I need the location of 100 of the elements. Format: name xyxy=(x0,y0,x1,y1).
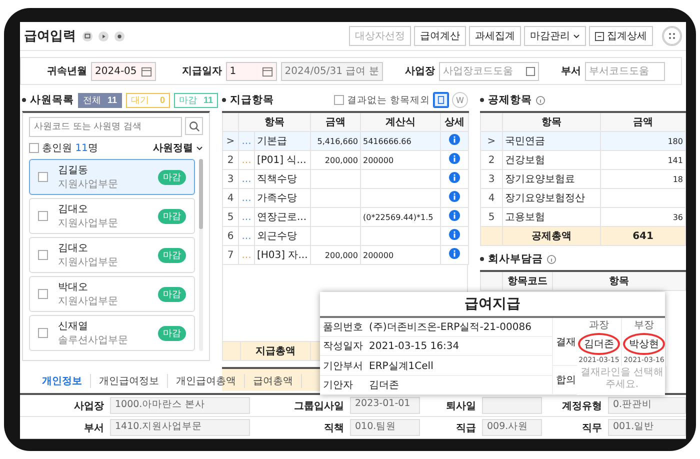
info-icon[interactable] xyxy=(449,191,460,202)
document-title: 급여지급 xyxy=(320,292,665,318)
scrollbar[interactable] xyxy=(199,159,203,351)
read-only-field: 010.팀원 xyxy=(350,419,420,436)
field-label: 계정유형 xyxy=(561,400,602,412)
row-number[interactable]: 2 xyxy=(222,150,238,170)
info-icon[interactable] xyxy=(449,210,460,221)
row-number[interactable]: 6 xyxy=(222,226,238,246)
w-view-button[interactable]: W xyxy=(452,92,468,108)
checkbox[interactable] xyxy=(38,289,48,299)
status-badge: 마감 xyxy=(158,170,186,184)
status-badge: 마감 xyxy=(158,326,186,340)
field-label: 퇴사일 xyxy=(445,400,476,412)
employee-name: 김대오 xyxy=(58,203,89,216)
employee-card[interactable]: 김대오 지원사업부문 마감 xyxy=(29,237,195,273)
agreement-label: 합의 xyxy=(553,366,577,395)
info-label: 작성일자 xyxy=(320,337,366,356)
checkbox[interactable] xyxy=(38,211,48,221)
approver-role: 과장 xyxy=(589,319,609,332)
row-number[interactable]: 3 xyxy=(480,170,502,188)
total-amount: 641 xyxy=(600,226,686,246)
total-count-text: 총인원 11명 xyxy=(42,142,98,155)
row-number[interactable]: 3 xyxy=(222,170,238,188)
table-cell: 가족수당 xyxy=(254,188,310,208)
status-filter-button[interactable]: 전체 11 xyxy=(78,92,122,108)
caret-icon xyxy=(573,34,580,38)
bullet-icon xyxy=(480,98,484,102)
tab[interactable]: 개인정보 xyxy=(34,374,91,388)
info-label: 기안자 xyxy=(320,376,366,395)
info-icon[interactable] xyxy=(449,248,460,259)
monitor-icon[interactable] xyxy=(82,30,93,42)
row-number-header xyxy=(222,112,238,132)
date-display-field: 2024/05/31 급여 분 xyxy=(280,62,383,80)
summary-icon xyxy=(595,32,604,40)
employee-search-field[interactable]: 사원코드 또는 사원명 검색 xyxy=(29,117,182,137)
info-icon[interactable] xyxy=(449,229,460,240)
checkbox[interactable] xyxy=(334,95,344,105)
filter-label: 귀속년월 xyxy=(47,65,87,78)
employee-card[interactable]: 김대오 지원사업부문 마감 xyxy=(29,198,195,234)
calendar-icon[interactable] xyxy=(262,66,273,76)
info-label: 기안부서 xyxy=(320,356,366,376)
column-header: 항목 xyxy=(502,112,600,132)
approval-stamp: 박상현 xyxy=(623,333,665,355)
checkbox[interactable] xyxy=(38,328,48,338)
read-only-field: 1000.아마란스 본사 xyxy=(110,397,250,414)
field-label: 사업장 xyxy=(73,400,104,412)
employee-card[interactable]: 신재열 솔루션사업부문 마감 xyxy=(29,315,195,351)
table-cell: 5416666.66 xyxy=(360,132,440,150)
play-icon[interactable] xyxy=(98,30,109,42)
filter-label: 사업장 xyxy=(404,65,435,78)
table-cell xyxy=(310,170,360,188)
row-number[interactable]: 4 xyxy=(222,188,238,208)
table-cell: 외근수당 xyxy=(254,226,310,246)
info-label: 품의번호 xyxy=(320,318,366,337)
table-cell: 장기요양보험료 xyxy=(502,170,600,188)
row-number[interactable]: > xyxy=(480,132,502,150)
employee-department: 솔루션사업부문 xyxy=(58,334,128,347)
info-icon[interactable] xyxy=(449,172,460,183)
employee-department: 지원사업부문 xyxy=(58,295,118,308)
filter-label: 부서 xyxy=(560,65,581,78)
field-label: 직무 xyxy=(581,422,602,434)
field-label: 직책 xyxy=(323,422,344,434)
approver-role: 부장 xyxy=(634,319,654,332)
row-number[interactable]: 5 xyxy=(222,208,238,226)
read-only-field: 001.일반 xyxy=(608,419,686,436)
info-icon[interactable] xyxy=(449,153,460,164)
row-number[interactable]: 2 xyxy=(480,150,502,170)
employee-department: 지원사업부문 xyxy=(58,178,118,191)
info-icon[interactable] xyxy=(547,254,556,264)
table-cell: 200000 xyxy=(360,150,440,170)
tab[interactable]: 급여총액 xyxy=(245,374,302,388)
row-number[interactable]: > xyxy=(222,132,238,150)
info-icon[interactable] xyxy=(536,96,545,104)
row-number[interactable]: 4 xyxy=(480,188,502,208)
checkbox[interactable] xyxy=(38,172,48,182)
select-all-checkbox[interactable] xyxy=(29,143,39,153)
employee-card[interactable]: 김길동 지원사업부문 마감 xyxy=(29,159,195,195)
apps-icon[interactable] xyxy=(662,26,682,46)
row-number[interactable]: 7 xyxy=(222,246,238,264)
table-cell: 18 xyxy=(600,170,686,188)
search-button[interactable] xyxy=(185,117,203,135)
sort-dropdown[interactable]: 사원정렬 xyxy=(153,141,203,155)
toolbar-button[interactable]: 급여계산 xyxy=(414,26,466,46)
toolbar-button[interactable]: 과세집계 xyxy=(469,26,521,46)
document-view-icon[interactable] xyxy=(433,92,449,108)
toolbar-button[interactable]: 집계상세 xyxy=(589,26,653,46)
employee-department: 지원사업부문 xyxy=(58,217,118,230)
tab[interactable]: 개인급여총액 xyxy=(168,374,245,388)
info-value: 2021-03-15 16:34 xyxy=(366,337,552,356)
checkbox[interactable] xyxy=(38,250,48,260)
column-header: 금액 xyxy=(310,112,360,132)
tab[interactable]: 개인급여정보 xyxy=(91,374,168,388)
date-field[interactable]: 2024-05 xyxy=(91,62,156,80)
table-cell xyxy=(310,208,360,226)
calendar-icon[interactable] xyxy=(140,66,152,76)
toolbar-button[interactable]: 마감관리 xyxy=(524,26,586,46)
info-icon[interactable] xyxy=(449,134,460,145)
column-header: 상세 xyxy=(440,112,468,132)
date-field[interactable]: 1 xyxy=(226,62,277,80)
employee-card[interactable]: 박대오 지원사업부문 마감 xyxy=(29,276,195,312)
